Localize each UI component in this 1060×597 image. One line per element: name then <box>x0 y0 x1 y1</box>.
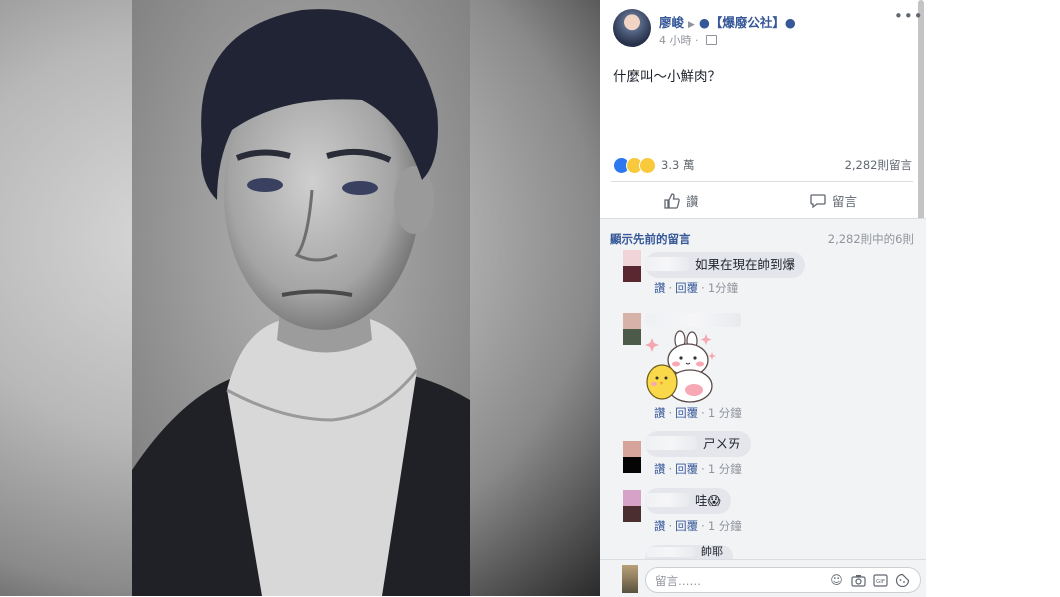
portrait-illustration <box>132 0 470 596</box>
comment-like-link[interactable]: 讚 <box>654 462 666 476</box>
post-timestamp[interactable]: 4 小時 · <box>659 32 717 48</box>
commenter-avatar[interactable] <box>623 313 641 345</box>
comment-bubble: ㄕㄨㄞ <box>645 431 751 457</box>
arrow-right-icon: ▶ <box>688 20 695 30</box>
gif-icon[interactable]: GIF <box>873 573 888 588</box>
comment-text: 帥耶 <box>701 545 723 558</box>
comment-label: 留言 <box>832 194 858 209</box>
emoji-icon[interactable]: ☺ <box>829 573 844 588</box>
portrait-photo[interactable] <box>132 0 470 596</box>
commenter-name-blurred[interactable] <box>645 493 689 507</box>
comment-input-placeholder: 留言…… <box>655 574 701 588</box>
svg-text:GIF: GIF <box>876 579 885 585</box>
comment-actions: 讚 · 回覆 · 1 分鐘 <box>654 519 742 533</box>
comment-actions: 讚 · 回覆 · 1 分鐘 <box>654 462 742 476</box>
current-user-avatar <box>622 565 638 593</box>
reactions-summary[interactable]: 3.3 萬 <box>613 156 694 174</box>
comment-text: 如果在現在帥到爆 <box>695 257 796 272</box>
like-label: 讚 <box>686 194 699 209</box>
reactions-count[interactable]: 3.3 萬 <box>661 157 694 173</box>
like-icon <box>664 192 680 209</box>
post-time-text[interactable]: 4 小時 <box>659 34 692 47</box>
comment-bubble: 如果在現在帥到爆 <box>645 252 806 278</box>
comment-reply-link[interactable]: 回覆 <box>675 519 698 533</box>
camera-icon[interactable] <box>851 573 866 588</box>
page-margin <box>926 0 1060 596</box>
comment-like-link[interactable]: 讚 <box>654 406 666 420</box>
post-text: 什麼叫～小鮮肉？ <box>613 69 721 85</box>
privacy-icon <box>706 35 717 45</box>
comment-like-link[interactable]: 讚 <box>654 519 666 533</box>
commenter-avatar[interactable] <box>623 490 641 522</box>
commenter-avatar[interactable] <box>623 250 641 282</box>
comment-actions: 讚 · 回覆 · 1 分鐘 <box>654 406 742 420</box>
comment-icon <box>810 193 826 208</box>
comment-reply-link[interactable]: 回覆 <box>675 406 698 420</box>
comments-range: 2,282則中的6則 <box>827 232 914 246</box>
comment-time[interactable]: 1分鐘 <box>708 281 738 295</box>
comment-text: ㄕㄨㄞ <box>703 436 741 451</box>
commenter-avatar[interactable] <box>623 441 641 473</box>
more-icon[interactable]: ••• <box>894 8 923 24</box>
comment-bubble-partial: 帥耶 <box>645 545 733 559</box>
comments-count[interactable]: 2,282則留言 <box>800 157 912 173</box>
comment-time[interactable]: 1 分鐘 <box>708 462 742 476</box>
comment-button[interactable]: 留言 <box>810 191 857 210</box>
comment-time[interactable]: 1 分鐘 <box>708 519 742 533</box>
commenter-name-blurred[interactable] <box>645 257 689 271</box>
sticker-comment[interactable] <box>644 330 720 404</box>
comment-like-link[interactable]: 讚 <box>654 281 666 295</box>
commenter-name-blurred[interactable] <box>645 436 697 450</box>
photo-area[interactable] <box>0 0 600 596</box>
view-previous-comments-link[interactable]: 顯示先前的留言 <box>610 231 691 247</box>
wow-reaction-icon <box>639 156 656 174</box>
author-name[interactable]: 廖峻 <box>659 15 684 30</box>
comment-text: 哇😱 <box>695 493 721 508</box>
like-button[interactable]: 讚 <box>664 191 699 210</box>
post-header: 廖峻 ▶ ●【爆廢公社】● <box>659 12 796 31</box>
comment-bubble: 哇😱 <box>645 488 731 514</box>
commenter-name-blurred[interactable] <box>645 313 741 327</box>
commenter-name-blurred[interactable] <box>645 547 695 557</box>
comment-time[interactable]: 1 分鐘 <box>708 406 742 420</box>
comment-reply-link[interactable]: 回覆 <box>675 462 698 476</box>
author-avatar[interactable] <box>613 9 651 47</box>
comment-actions: 讚 · 回覆 · 1分鐘 <box>654 281 739 295</box>
page-name[interactable]: ●【爆廢公社】● <box>699 15 796 30</box>
divider <box>611 181 913 182</box>
sticker-icon[interactable] <box>895 573 910 588</box>
comment-reply-link[interactable]: 回覆 <box>675 281 698 295</box>
